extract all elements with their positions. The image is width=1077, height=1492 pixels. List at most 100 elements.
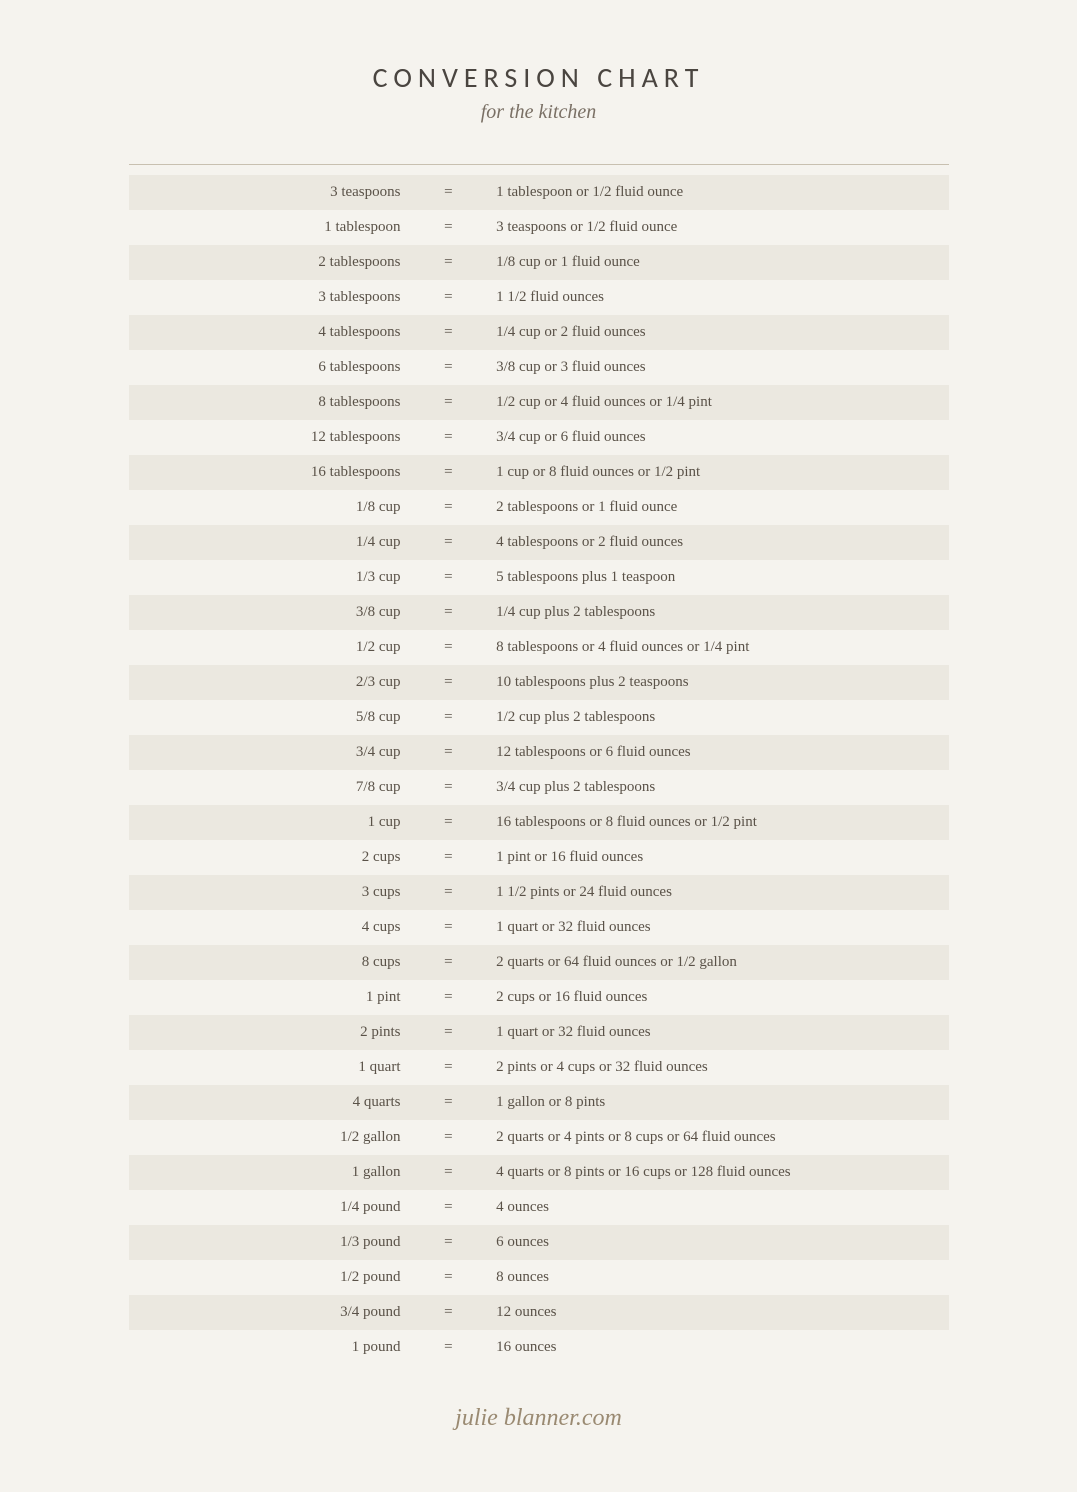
table-row: 3/4 cup=12 tablespoons or 6 fluid ounces (129, 735, 949, 770)
cell-equals: = (416, 840, 482, 875)
cell-equals: = (416, 1260, 482, 1295)
cell-equals: = (416, 350, 482, 385)
table-row: 16 tablespoons=1 cup or 8 fluid ounces o… (129, 455, 949, 490)
table-row: 4 cups=1 quart or 32 fluid ounces (129, 910, 949, 945)
header: CONVERSION CHART for the kitchen (129, 60, 949, 124)
cell-left: 3 cups (129, 875, 416, 910)
cell-left: 4 tablespoons (129, 315, 416, 350)
cell-left: 1 quart (129, 1050, 416, 1085)
cell-left: 1 pound (129, 1330, 416, 1365)
cell-right: 2 cups or 16 fluid ounces (481, 980, 948, 1015)
cell-right: 2 pints or 4 cups or 32 fluid ounces (481, 1050, 948, 1085)
cell-right: 1 1/2 pints or 24 fluid ounces (481, 875, 948, 910)
cell-right: 1/2 cup or 4 fluid ounces or 1/4 pint (481, 385, 948, 420)
cell-equals: = (416, 420, 482, 455)
cell-equals: = (416, 1015, 482, 1050)
table-row: 1/2 pound=8 ounces (129, 1260, 949, 1295)
cell-right: 12 tablespoons or 6 fluid ounces (481, 735, 948, 770)
cell-right: 12 ounces (481, 1295, 948, 1330)
table-row: 1/4 cup=4 tablespoons or 2 fluid ounces (129, 525, 949, 560)
table-row: 1 pound=16 ounces (129, 1330, 949, 1365)
cell-equals: = (416, 980, 482, 1015)
cell-right: 8 ounces (481, 1260, 948, 1295)
cell-left: 7/8 cup (129, 770, 416, 805)
cell-right: 3/8 cup or 3 fluid ounces (481, 350, 948, 385)
cell-left: 2 pints (129, 1015, 416, 1050)
cell-equals: = (416, 455, 482, 490)
table-row: 2 tablespoons=1/8 cup or 1 fluid ounce (129, 245, 949, 280)
table-row: 1/4 pound=4 ounces (129, 1190, 949, 1225)
cell-right: 3 teaspoons or 1/2 fluid ounce (481, 210, 948, 245)
table-row: 1/2 cup=8 tablespoons or 4 fluid ounces … (129, 630, 949, 665)
cell-equals: = (416, 525, 482, 560)
footer-text: julie blanner.com (455, 1405, 622, 1431)
table-row: 6 tablespoons=3/8 cup or 3 fluid ounces (129, 350, 949, 385)
cell-right: 2 quarts or 64 fluid ounces or 1/2 gallo… (481, 945, 948, 980)
cell-right: 4 tablespoons or 2 fluid ounces (481, 525, 948, 560)
cell-right: 2 quarts or 4 pints or 8 cups or 64 flui… (481, 1120, 948, 1155)
table-row: 1 quart=2 pints or 4 cups or 32 fluid ou… (129, 1050, 949, 1085)
page-title: CONVERSION CHART (129, 60, 949, 95)
header-divider (129, 164, 949, 165)
cell-equals: = (416, 1295, 482, 1330)
table-row: 1 gallon=4 quarts or 8 pints or 16 cups … (129, 1155, 949, 1190)
cell-left: 3/8 cup (129, 595, 416, 630)
cell-equals: = (416, 770, 482, 805)
cell-left: 8 cups (129, 945, 416, 980)
page-container: CONVERSION CHART for the kitchen 3 teasp… (89, 0, 989, 1492)
cell-equals: = (416, 945, 482, 980)
cell-left: 3 teaspoons (129, 175, 416, 210)
cell-right: 16 ounces (481, 1330, 948, 1365)
table-row: 3/4 pound=12 ounces (129, 1295, 949, 1330)
page-subtitle: for the kitchen (129, 101, 949, 124)
cell-right: 1/8 cup or 1 fluid ounce (481, 245, 948, 280)
cell-equals: = (416, 315, 482, 350)
cell-left: 16 tablespoons (129, 455, 416, 490)
table-row: 2 cups=1 pint or 16 fluid ounces (129, 840, 949, 875)
cell-equals: = (416, 1120, 482, 1155)
table-row: 8 cups=2 quarts or 64 fluid ounces or 1/… (129, 945, 949, 980)
cell-equals: = (416, 595, 482, 630)
cell-right: 1 cup or 8 fluid ounces or 1/2 pint (481, 455, 948, 490)
cell-equals: = (416, 560, 482, 595)
table-row: 1 tablespoon=3 teaspoons or 1/2 fluid ou… (129, 210, 949, 245)
cell-equals: = (416, 805, 482, 840)
table-row: 1/2 gallon=2 quarts or 4 pints or 8 cups… (129, 1120, 949, 1155)
cell-left: 4 cups (129, 910, 416, 945)
cell-right: 1/4 cup or 2 fluid ounces (481, 315, 948, 350)
cell-left: 1/2 cup (129, 630, 416, 665)
cell-left: 3 tablespoons (129, 280, 416, 315)
cell-equals: = (416, 1330, 482, 1365)
cell-left: 1/3 pound (129, 1225, 416, 1260)
cell-right: 3/4 cup plus 2 tablespoons (481, 770, 948, 805)
table-row: 1/8 cup=2 tablespoons or 1 fluid ounce (129, 490, 949, 525)
table-row: 3 cups=1 1/2 pints or 24 fluid ounces (129, 875, 949, 910)
cell-right: 8 tablespoons or 4 fluid ounces or 1/4 p… (481, 630, 948, 665)
footer: julie blanner.com (129, 1405, 949, 1432)
cell-left: 8 tablespoons (129, 385, 416, 420)
cell-right: 5 tablespoons plus 1 teaspoon (481, 560, 948, 595)
table-row: 1/3 pound=6 ounces (129, 1225, 949, 1260)
cell-equals: = (416, 385, 482, 420)
cell-equals: = (416, 210, 482, 245)
cell-left: 1/4 cup (129, 525, 416, 560)
cell-equals: = (416, 665, 482, 700)
cell-left: 3/4 pound (129, 1295, 416, 1330)
cell-left: 1/2 pound (129, 1260, 416, 1295)
cell-equals: = (416, 1155, 482, 1190)
conversion-table: 3 teaspoons=1 tablespoon or 1/2 fluid ou… (129, 175, 949, 1365)
cell-left: 1/4 pound (129, 1190, 416, 1225)
cell-equals: = (416, 875, 482, 910)
cell-equals: = (416, 735, 482, 770)
cell-left: 1 gallon (129, 1155, 416, 1190)
table-row: 1 pint=2 cups or 16 fluid ounces (129, 980, 949, 1015)
cell-equals: = (416, 245, 482, 280)
cell-left: 6 tablespoons (129, 350, 416, 385)
cell-left: 1 tablespoon (129, 210, 416, 245)
cell-right: 1 quart or 32 fluid ounces (481, 1015, 948, 1050)
cell-left: 2 tablespoons (129, 245, 416, 280)
cell-equals: = (416, 630, 482, 665)
cell-equals: = (416, 1190, 482, 1225)
cell-right: 1 quart or 32 fluid ounces (481, 910, 948, 945)
cell-right: 3/4 cup or 6 fluid ounces (481, 420, 948, 455)
